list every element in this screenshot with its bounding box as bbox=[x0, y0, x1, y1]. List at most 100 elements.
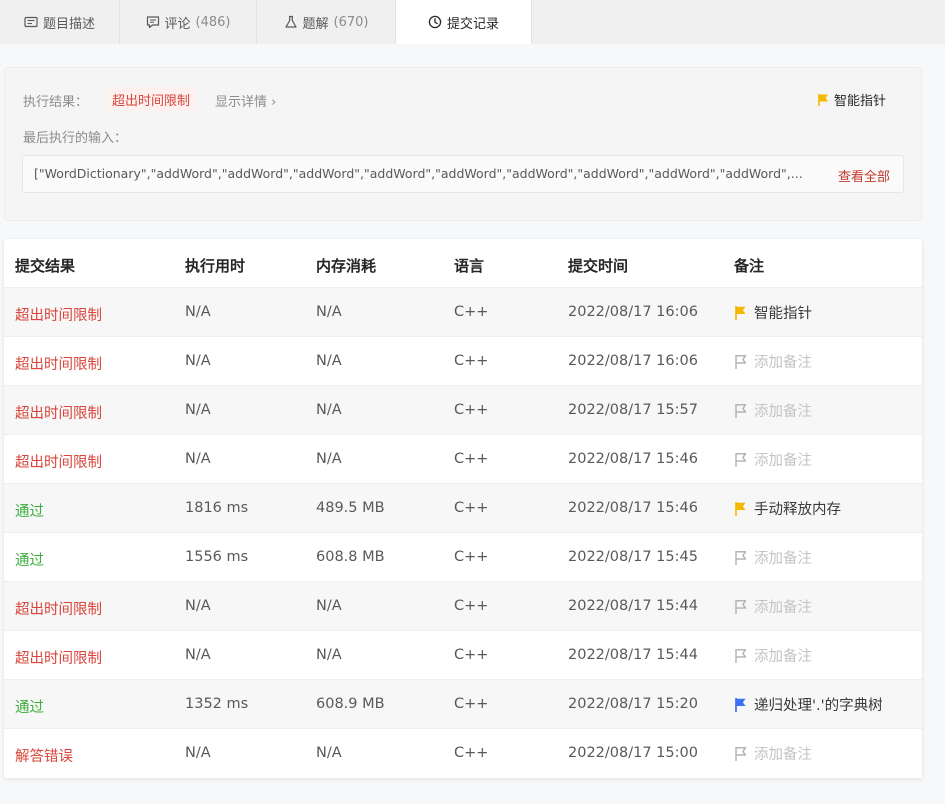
language-value: C++ bbox=[454, 402, 489, 418]
memory-value: N/A bbox=[316, 598, 342, 614]
submit-time-value: 2022/08/17 15:45 bbox=[568, 549, 698, 565]
note-cell[interactable]: 添加备注 bbox=[734, 400, 812, 421]
submission-status-link[interactable]: 超出时间限制 bbox=[15, 304, 102, 325]
tab-label: 题目描述 bbox=[42, 16, 95, 32]
last-input-value: ["WordDictionary","addWord","addWord","a… bbox=[34, 166, 803, 181]
language-value: C++ bbox=[454, 304, 489, 320]
header-memory: 内存消耗 bbox=[316, 257, 377, 275]
header-runtime: 执行用时 bbox=[185, 257, 246, 275]
flag-outline-icon bbox=[735, 648, 747, 663]
submission-status-link[interactable]: 超出时间限制 bbox=[15, 598, 102, 619]
last-input-label: 最后执行的输入： bbox=[23, 131, 128, 146]
note-cell[interactable]: 添加备注 bbox=[734, 743, 812, 764]
submission-status-link[interactable]: 超出时间限制 bbox=[15, 647, 102, 668]
flag-outline-icon bbox=[735, 599, 747, 614]
submit-time-value: 2022/08/17 16:06 bbox=[568, 353, 698, 369]
flask-icon bbox=[284, 15, 297, 28]
header-submit-time: 提交时间 bbox=[568, 257, 629, 275]
note-cell[interactable]: 添加备注 bbox=[734, 547, 812, 568]
note-text: 添加备注 bbox=[754, 453, 812, 469]
tab-label: 题解 bbox=[302, 16, 329, 32]
tab-comments[interactable]: 评论 (486) bbox=[120, 0, 257, 44]
tab-solutions[interactable]: 题解 (670) bbox=[257, 0, 396, 44]
table-row: 通过 1816 ms 489.5 MB C++ 2022/08/17 15:46 手动释放… bbox=[4, 484, 922, 533]
submit-time-value: 2022/08/17 15:46 bbox=[568, 451, 698, 467]
tab-description[interactable]: 题目描述 bbox=[0, 0, 120, 44]
submit-time-value: 2022/08/17 15:46 bbox=[568, 500, 698, 516]
memory-value: 608.8 MB bbox=[316, 549, 385, 565]
description-icon bbox=[24, 16, 38, 28]
note-text: 添加备注 bbox=[754, 600, 812, 616]
language-value: C++ bbox=[454, 451, 489, 467]
note-cell[interactable]: 手动释放内存 bbox=[734, 498, 841, 519]
submission-status-link[interactable]: 超出时间限制 bbox=[15, 353, 102, 374]
submit-time-value: 2022/08/17 15:20 bbox=[568, 696, 698, 712]
submission-status-link[interactable]: 解答错误 bbox=[15, 745, 73, 766]
language-value: C++ bbox=[454, 353, 489, 369]
runtime-value: N/A bbox=[185, 451, 211, 467]
table-header: 提交结果 执行用时 内存消耗 语言 提交时间 备注 bbox=[4, 239, 922, 288]
submission-status-link[interactable]: 通过 bbox=[15, 500, 44, 521]
submit-time-value: 2022/08/17 15:44 bbox=[568, 598, 698, 614]
language-value: C++ bbox=[454, 647, 489, 663]
language-value: C++ bbox=[454, 549, 489, 565]
memory-value: N/A bbox=[316, 745, 342, 761]
language-value: C++ bbox=[454, 745, 489, 761]
submission-status-link[interactable]: 超出时间限制 bbox=[15, 402, 102, 423]
language-value: C++ bbox=[454, 696, 489, 712]
header-language: 语言 bbox=[454, 257, 485, 275]
submission-status-link[interactable]: 超出时间限制 bbox=[15, 451, 102, 472]
result-note-text: 智能指针 bbox=[834, 94, 887, 109]
submission-status-link[interactable]: 通过 bbox=[15, 549, 44, 570]
note-cell[interactable]: 添加备注 bbox=[734, 449, 812, 470]
submit-time-value: 2022/08/17 15:57 bbox=[568, 402, 698, 418]
clock-icon bbox=[428, 15, 442, 29]
header-note: 备注 bbox=[734, 257, 765, 275]
language-value: C++ bbox=[454, 598, 489, 614]
tab-label: 提交记录 bbox=[446, 16, 499, 32]
flag-outline-icon bbox=[735, 746, 747, 761]
note-cell[interactable]: 添加备注 bbox=[734, 596, 812, 617]
table-row: 超出时间限制 N/A N/A C++ 2022/08/17 15:46 添加备注 bbox=[4, 435, 922, 484]
runtime-value: 1816 ms bbox=[185, 500, 249, 516]
note-text: 智能指针 bbox=[754, 306, 812, 322]
table-row: 通过 1352 ms 608.9 MB C++ 2022/08/17 15:20 递归处理… bbox=[4, 680, 922, 729]
show-details-link[interactable]: 显示详情 › bbox=[215, 91, 276, 110]
note-text: 递归处理'.'的字典树 bbox=[754, 698, 883, 714]
runtime-value: 1352 ms bbox=[185, 696, 249, 712]
flag-icon bbox=[818, 93, 828, 106]
note-cell[interactable]: 递归处理'.'的字典树 bbox=[734, 694, 883, 715]
flag-outline-icon bbox=[735, 354, 747, 369]
note-text: 手动释放内存 bbox=[754, 502, 841, 518]
result-note[interactable]: 智能指针 bbox=[817, 90, 886, 109]
runtime-value: N/A bbox=[185, 647, 211, 663]
submission-status-link[interactable]: 通过 bbox=[15, 696, 44, 717]
table-row: 超出时间限制 N/A N/A C++ 2022/08/17 15:44 添加备注 bbox=[4, 582, 922, 631]
header-result: 提交结果 bbox=[15, 257, 76, 275]
note-text: 添加备注 bbox=[754, 551, 812, 567]
table-row: 超出时间限制 N/A N/A C++ 2022/08/17 16:06 添加备注 bbox=[4, 337, 922, 386]
note-text: 添加备注 bbox=[754, 404, 812, 420]
memory-value: N/A bbox=[316, 402, 342, 418]
flag-icon bbox=[735, 697, 746, 712]
runtime-value: N/A bbox=[185, 353, 211, 369]
tab-submissions[interactable]: 提交记录 bbox=[396, 0, 532, 44]
table-body: 超出时间限制 N/A N/A C++ 2022/08/17 16:06 智能指针 超出时间限… bbox=[4, 288, 922, 778]
runtime-value: N/A bbox=[185, 304, 211, 320]
tab-count: (486) bbox=[195, 14, 231, 30]
memory-value: 489.5 MB bbox=[316, 500, 385, 516]
table-row: 通过 1556 ms 608.8 MB C++ 2022/08/17 15:45 添加备注 bbox=[4, 533, 922, 582]
table-row: 解答错误 N/A N/A C++ 2022/08/17 15:00 添加备注 bbox=[4, 729, 922, 778]
view-all-link[interactable]: 查看全部 bbox=[838, 166, 890, 185]
note-cell[interactable]: 添加备注 bbox=[734, 351, 812, 372]
runtime-value: N/A bbox=[185, 402, 211, 418]
comment-icon bbox=[146, 16, 159, 29]
note-cell[interactable]: 添加备注 bbox=[734, 645, 812, 666]
result-label: 执行结果： bbox=[23, 95, 89, 110]
flag-outline-icon bbox=[735, 550, 747, 565]
submit-time-value: 2022/08/17 15:00 bbox=[568, 745, 698, 761]
note-cell[interactable]: 智能指针 bbox=[734, 302, 812, 323]
flag-outline-icon bbox=[735, 452, 747, 467]
memory-value: N/A bbox=[316, 353, 342, 369]
flag-outline-icon bbox=[735, 403, 747, 418]
